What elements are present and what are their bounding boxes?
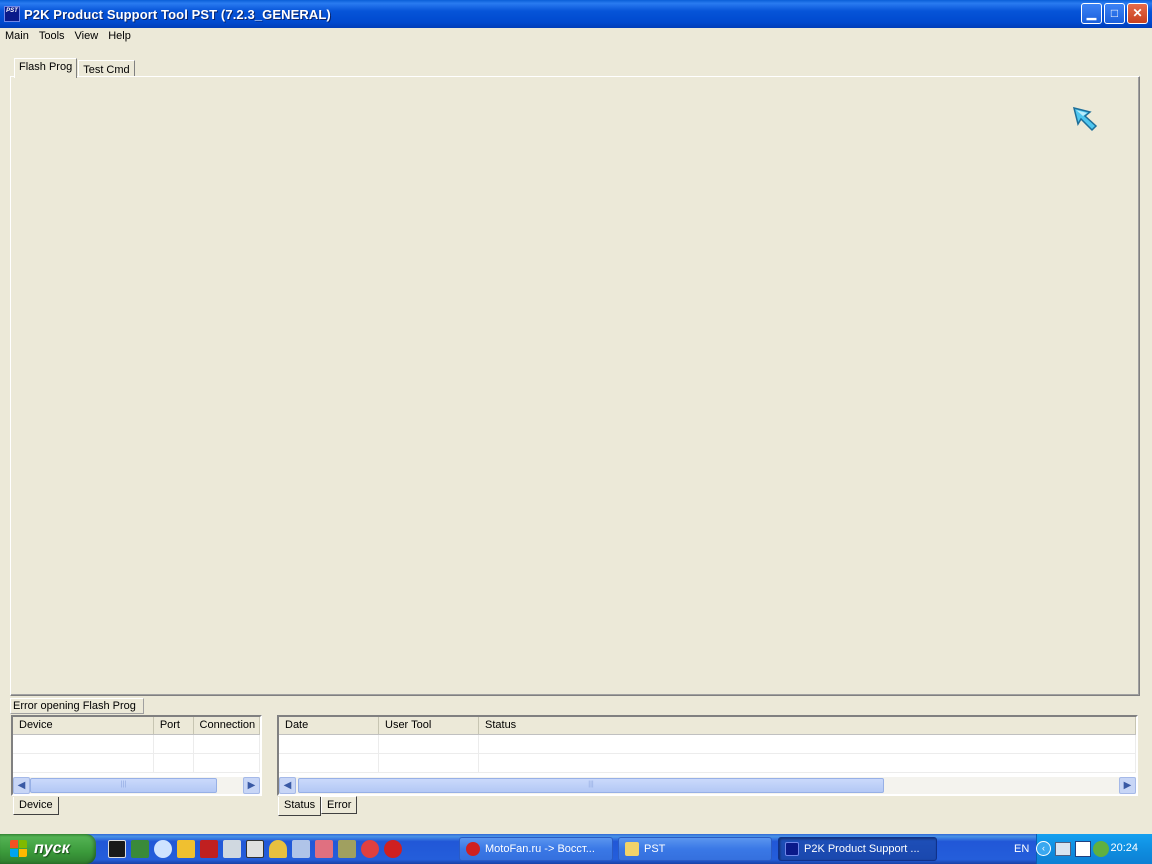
quicklaunch-app-icon[interactable] [223,840,241,858]
tab-status[interactable]: Status [278,797,322,816]
title-bar[interactable]: PST P2K Product Support Tool PST (7.2.3_… [0,0,1152,28]
tab-flash-prog[interactable]: Flash Prog [14,58,78,78]
maximize-button[interactable]: □ [1104,3,1125,24]
scroll-right-icon[interactable]: ▶ [243,777,260,794]
task-label: P2K Product Support ... [804,843,920,855]
quicklaunch-app-icon[interactable] [361,840,379,858]
scroll-thumb[interactable]: ||| [30,778,217,793]
column-port[interactable]: Port [154,717,194,734]
quicklaunch-app-icon[interactable] [131,840,149,858]
column-device[interactable]: Device [13,717,154,734]
menu-main[interactable]: Main [0,30,34,42]
log-list-scrollbar[interactable]: ◀ ||| ▶ [279,777,1136,794]
flash-prog-panel [10,76,1140,696]
scroll-left-icon[interactable]: ◀ [13,777,30,794]
opera-icon [466,842,480,856]
close-button[interactable]: ✕ [1127,3,1148,24]
network-icon[interactable] [1055,842,1071,856]
column-status[interactable]: Status [479,717,1136,734]
list-row [279,754,1136,773]
log-list[interactable]: Date User Tool Status ◀ ||| ▶ [277,715,1138,796]
list-row [279,735,1136,754]
main-tabs: Flash Prog Test Cmd [14,58,135,78]
device-list[interactable]: Device Port Connection ◀ ||| ▶ [11,715,262,796]
status-message: Error opening Flash Prog [10,698,144,714]
quicklaunch-browser-icon[interactable] [154,840,172,858]
menu-bar: Main Tools View Help [0,28,1152,44]
quicklaunch-app-icon[interactable] [177,840,195,858]
device-list-header: Device Port Connection [13,717,260,735]
device-list-scrollbar[interactable]: ◀ ||| ▶ [13,777,260,794]
list-row [13,735,261,754]
scroll-right-icon[interactable]: ▶ [1119,777,1136,794]
scroll-track[interactable]: ||| [30,777,243,794]
quicklaunch-app-icon[interactable] [315,840,333,858]
quicklaunch-opera-icon[interactable] [384,840,402,858]
task-motofan-browser[interactable]: MotoFan.ru -> Восст... [459,837,613,861]
start-button[interactable]: пуск [0,834,96,864]
scroll-thumb[interactable]: ||| [298,778,884,793]
quicklaunch-app-icon[interactable] [292,840,310,858]
scroll-track[interactable]: ||| [296,777,1119,794]
language-indicator[interactable]: EN [1014,843,1029,855]
scroll-left-icon[interactable]: ◀ [279,777,296,794]
log-list-header: Date User Tool Status [279,717,1136,735]
app-icon[interactable]: PST [4,6,20,22]
task-label: PST [644,843,666,855]
menu-help[interactable]: Help [103,30,136,42]
system-tray: ‹ 20:24 [1036,834,1152,864]
column-date[interactable]: Date [279,717,379,734]
pst-app-icon [785,842,799,856]
tab-error[interactable]: Error [321,796,358,814]
tab-device[interactable]: Device [13,797,59,815]
minimize-button[interactable]: ▁ [1081,3,1102,24]
menu-tools[interactable]: Tools [34,30,70,42]
quicklaunch-app-icon[interactable] [246,840,264,858]
tray-app-icon[interactable] [1075,841,1091,857]
task-pst-folder[interactable]: PST [618,837,772,861]
windows-logo-icon [10,840,28,858]
taskbar: пуск MotoFan.ru -> Восст... PST P2K Prod… [0,834,1152,864]
tray-globe-icon[interactable] [1093,841,1109,857]
menu-view[interactable]: View [70,30,104,42]
quicklaunch-app-icon[interactable] [108,840,126,858]
window-title: P2K Product Support Tool PST (7.2.3_GENE… [24,6,331,22]
column-connection[interactable]: Connection [194,717,260,734]
tray-expand-icon[interactable]: ‹ [1036,841,1051,856]
task-label: MotoFan.ru -> Восст... [485,843,595,855]
folder-icon [625,842,639,856]
quicklaunch-lock-icon[interactable] [269,840,287,858]
quicklaunch-save-icon[interactable] [200,840,218,858]
quicklaunch-app-icon[interactable] [338,840,356,858]
mouse-cursor-icon [1072,106,1098,132]
clock[interactable]: 20:24 [1110,842,1138,854]
start-label: пуск [34,840,70,857]
list-row [13,754,261,773]
column-user-tool[interactable]: User Tool [379,717,479,734]
window-controls: ▁ □ ✕ [1081,3,1148,24]
task-pst-app[interactable]: P2K Product Support ... [778,837,937,861]
